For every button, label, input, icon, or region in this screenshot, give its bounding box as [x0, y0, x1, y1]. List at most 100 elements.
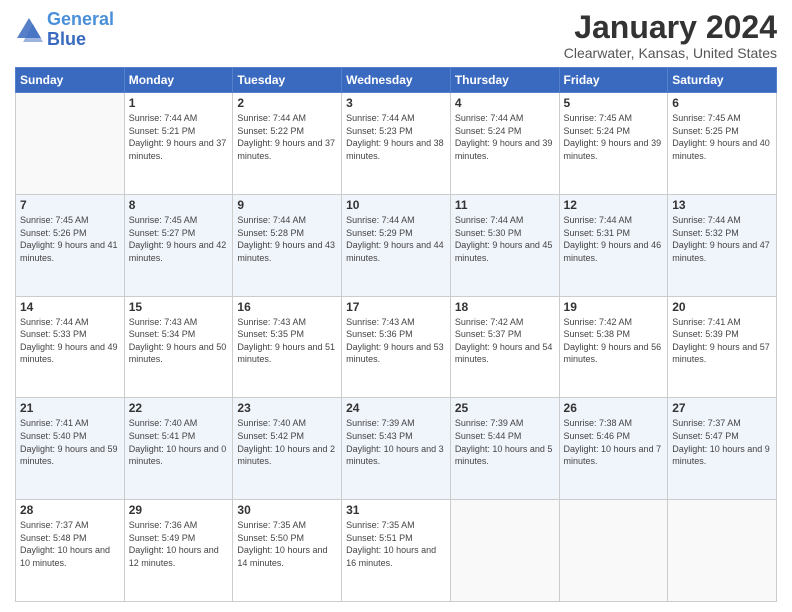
table-row: 30 Sunrise: 7:35 AMSunset: 5:50 PMDaylig…: [233, 500, 342, 602]
table-row: 5 Sunrise: 7:45 AMSunset: 5:24 PMDayligh…: [559, 93, 668, 195]
logo-line1: General: [47, 9, 114, 29]
day-number: 23: [237, 401, 337, 415]
table-row: 25 Sunrise: 7:39 AMSunset: 5:44 PMDaylig…: [450, 398, 559, 500]
day-number: 15: [129, 300, 229, 314]
col-wednesday: Wednesday: [342, 68, 451, 93]
day-number: 30: [237, 503, 337, 517]
day-info: Sunrise: 7:41 AMSunset: 5:39 PMDaylight:…: [672, 316, 772, 366]
table-row: 28 Sunrise: 7:37 AMSunset: 5:48 PMDaylig…: [16, 500, 125, 602]
table-row: 22 Sunrise: 7:40 AMSunset: 5:41 PMDaylig…: [124, 398, 233, 500]
table-row: 7 Sunrise: 7:45 AMSunset: 5:26 PMDayligh…: [16, 194, 125, 296]
day-info: Sunrise: 7:39 AMSunset: 5:44 PMDaylight:…: [455, 417, 555, 467]
day-number: 10: [346, 198, 446, 212]
day-info: Sunrise: 7:37 AMSunset: 5:47 PMDaylight:…: [672, 417, 772, 467]
day-number: 16: [237, 300, 337, 314]
table-row: 15 Sunrise: 7:43 AMSunset: 5:34 PMDaylig…: [124, 296, 233, 398]
location-title: Clearwater, Kansas, United States: [564, 45, 777, 61]
col-friday: Friday: [559, 68, 668, 93]
day-number: 24: [346, 401, 446, 415]
table-row: 14 Sunrise: 7:44 AMSunset: 5:33 PMDaylig…: [16, 296, 125, 398]
day-number: 22: [129, 401, 229, 415]
day-number: 17: [346, 300, 446, 314]
day-number: 12: [564, 198, 664, 212]
day-number: 8: [129, 198, 229, 212]
day-info: Sunrise: 7:41 AMSunset: 5:40 PMDaylight:…: [20, 417, 120, 467]
day-info: Sunrise: 7:44 AMSunset: 5:29 PMDaylight:…: [346, 214, 446, 264]
day-number: 9: [237, 198, 337, 212]
month-title: January 2024: [564, 10, 777, 45]
page: General Blue January 2024 Clearwater, Ka…: [0, 0, 792, 612]
day-info: Sunrise: 7:43 AMSunset: 5:34 PMDaylight:…: [129, 316, 229, 366]
day-number: 27: [672, 401, 772, 415]
day-info: Sunrise: 7:44 AMSunset: 5:30 PMDaylight:…: [455, 214, 555, 264]
logo-icon: [15, 16, 43, 44]
table-row: 13 Sunrise: 7:44 AMSunset: 5:32 PMDaylig…: [668, 194, 777, 296]
day-number: 3: [346, 96, 446, 110]
day-info: Sunrise: 7:44 AMSunset: 5:21 PMDaylight:…: [129, 112, 229, 162]
table-row: [559, 500, 668, 602]
calendar-table: Sunday Monday Tuesday Wednesday Thursday…: [15, 67, 777, 602]
table-row: 23 Sunrise: 7:40 AMSunset: 5:42 PMDaylig…: [233, 398, 342, 500]
day-info: Sunrise: 7:40 AMSunset: 5:41 PMDaylight:…: [129, 417, 229, 467]
col-monday: Monday: [124, 68, 233, 93]
day-number: 19: [564, 300, 664, 314]
table-row: 21 Sunrise: 7:41 AMSunset: 5:40 PMDaylig…: [16, 398, 125, 500]
table-row: 4 Sunrise: 7:44 AMSunset: 5:24 PMDayligh…: [450, 93, 559, 195]
col-tuesday: Tuesday: [233, 68, 342, 93]
day-number: 11: [455, 198, 555, 212]
day-info: Sunrise: 7:45 AMSunset: 5:24 PMDaylight:…: [564, 112, 664, 162]
table-row: 31 Sunrise: 7:35 AMSunset: 5:51 PMDaylig…: [342, 500, 451, 602]
header: General Blue January 2024 Clearwater, Ka…: [15, 10, 777, 61]
table-row: [668, 500, 777, 602]
day-number: 31: [346, 503, 446, 517]
day-info: Sunrise: 7:44 AMSunset: 5:22 PMDaylight:…: [237, 112, 337, 162]
table-row: 9 Sunrise: 7:44 AMSunset: 5:28 PMDayligh…: [233, 194, 342, 296]
day-number: 14: [20, 300, 120, 314]
table-row: 18 Sunrise: 7:42 AMSunset: 5:37 PMDaylig…: [450, 296, 559, 398]
day-info: Sunrise: 7:35 AMSunset: 5:50 PMDaylight:…: [237, 519, 337, 569]
logo: General Blue: [15, 10, 114, 50]
day-info: Sunrise: 7:40 AMSunset: 5:42 PMDaylight:…: [237, 417, 337, 467]
day-number: 5: [564, 96, 664, 110]
day-number: 28: [20, 503, 120, 517]
table-row: [16, 93, 125, 195]
table-row: 27 Sunrise: 7:37 AMSunset: 5:47 PMDaylig…: [668, 398, 777, 500]
table-row: 19 Sunrise: 7:42 AMSunset: 5:38 PMDaylig…: [559, 296, 668, 398]
day-number: 21: [20, 401, 120, 415]
day-info: Sunrise: 7:35 AMSunset: 5:51 PMDaylight:…: [346, 519, 446, 569]
day-info: Sunrise: 7:44 AMSunset: 5:32 PMDaylight:…: [672, 214, 772, 264]
day-number: 6: [672, 96, 772, 110]
table-row: 3 Sunrise: 7:44 AMSunset: 5:23 PMDayligh…: [342, 93, 451, 195]
table-row: 1 Sunrise: 7:44 AMSunset: 5:21 PMDayligh…: [124, 93, 233, 195]
table-row: [450, 500, 559, 602]
day-info: Sunrise: 7:44 AMSunset: 5:24 PMDaylight:…: [455, 112, 555, 162]
day-info: Sunrise: 7:39 AMSunset: 5:43 PMDaylight:…: [346, 417, 446, 467]
day-number: 29: [129, 503, 229, 517]
day-info: Sunrise: 7:45 AMSunset: 5:26 PMDaylight:…: [20, 214, 120, 264]
day-number: 2: [237, 96, 337, 110]
col-thursday: Thursday: [450, 68, 559, 93]
day-number: 18: [455, 300, 555, 314]
day-info: Sunrise: 7:44 AMSunset: 5:33 PMDaylight:…: [20, 316, 120, 366]
day-number: 20: [672, 300, 772, 314]
day-number: 26: [564, 401, 664, 415]
day-info: Sunrise: 7:45 AMSunset: 5:25 PMDaylight:…: [672, 112, 772, 162]
day-info: Sunrise: 7:44 AMSunset: 5:28 PMDaylight:…: [237, 214, 337, 264]
col-saturday: Saturday: [668, 68, 777, 93]
table-row: 8 Sunrise: 7:45 AMSunset: 5:27 PMDayligh…: [124, 194, 233, 296]
day-number: 7: [20, 198, 120, 212]
table-row: 2 Sunrise: 7:44 AMSunset: 5:22 PMDayligh…: [233, 93, 342, 195]
day-info: Sunrise: 7:43 AMSunset: 5:36 PMDaylight:…: [346, 316, 446, 366]
logo-text: General Blue: [47, 10, 114, 50]
table-row: 26 Sunrise: 7:38 AMSunset: 5:46 PMDaylig…: [559, 398, 668, 500]
day-info: Sunrise: 7:38 AMSunset: 5:46 PMDaylight:…: [564, 417, 664, 467]
logo-line2: Blue: [47, 29, 86, 49]
day-number: 1: [129, 96, 229, 110]
day-number: 4: [455, 96, 555, 110]
day-number: 13: [672, 198, 772, 212]
day-info: Sunrise: 7:42 AMSunset: 5:37 PMDaylight:…: [455, 316, 555, 366]
day-info: Sunrise: 7:42 AMSunset: 5:38 PMDaylight:…: [564, 316, 664, 366]
table-row: 12 Sunrise: 7:44 AMSunset: 5:31 PMDaylig…: [559, 194, 668, 296]
calendar-header-row: Sunday Monday Tuesday Wednesday Thursday…: [16, 68, 777, 93]
table-row: 17 Sunrise: 7:43 AMSunset: 5:36 PMDaylig…: [342, 296, 451, 398]
